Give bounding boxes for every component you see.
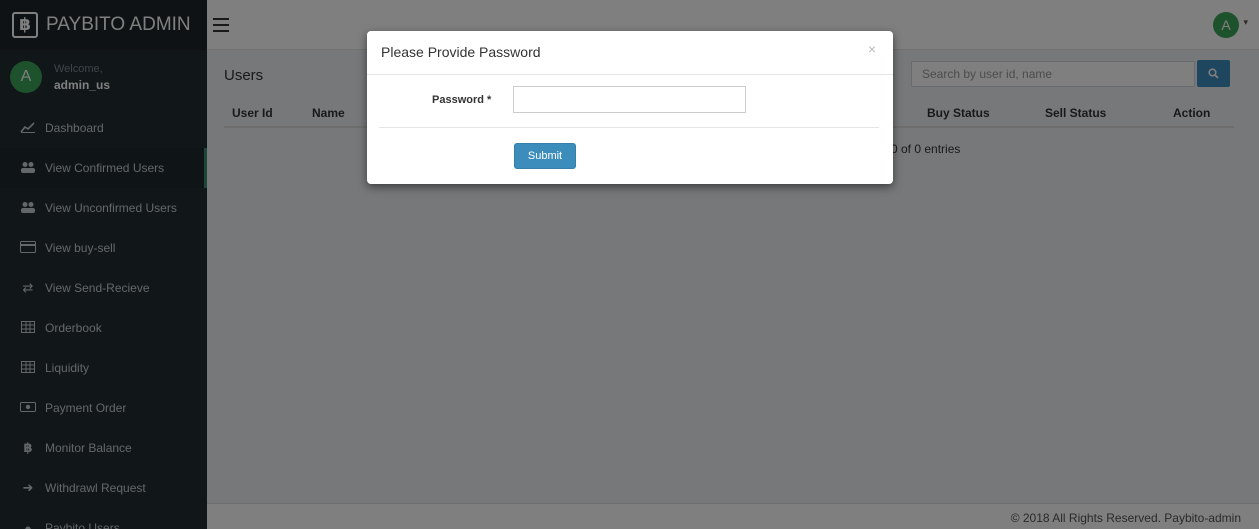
password-field[interactable] [513,86,746,113]
password-label: Password * [432,94,491,106]
required-mark: * [487,94,492,106]
modal-header: Please Provide Password × [367,31,893,75]
close-icon[interactable]: × [868,41,876,57]
submit-button[interactable]: Submit [514,143,576,169]
modal-title: Please Provide Password [381,44,541,60]
password-modal: Please Provide Password × Password * Sub… [367,31,893,184]
modal-divider [379,127,879,128]
password-label-text: Password [432,94,484,106]
